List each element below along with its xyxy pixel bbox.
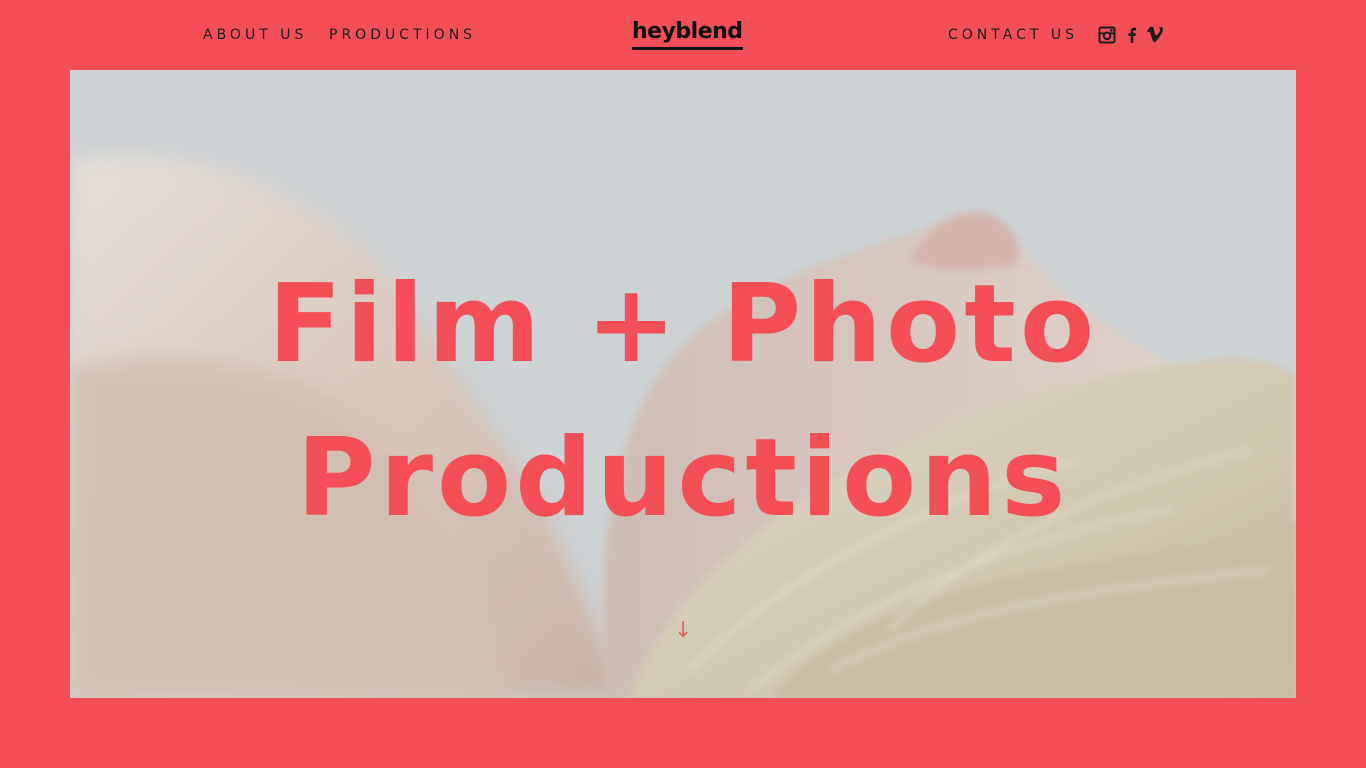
instagram-icon[interactable] [1098, 26, 1116, 44]
hero-headline-line-1: Film + Photo [267, 262, 1099, 387]
nav-productions-link[interactable]: PRODUCTIONS [329, 27, 476, 43]
heyblend-logo[interactable]: heyblend [632, 19, 743, 50]
facebook-icon[interactable] [1123, 26, 1141, 44]
vimeo-icon[interactable] [1146, 26, 1164, 44]
nav-about-us-link[interactable]: ABOUT US [203, 27, 307, 43]
hero-headline-line-2: Productions [296, 416, 1070, 541]
hero-headline: Film + Photo Productions [70, 248, 1296, 556]
site-header: ABOUT US PRODUCTIONS heyblend CONTACT US [0, 0, 1366, 70]
page: ABOUT US PRODUCTIONS heyblend CONTACT US [0, 0, 1366, 768]
scroll-down-arrow-icon[interactable]: ↓ [674, 618, 692, 644]
nav-contact-us-link[interactable]: CONTACT US [948, 27, 1078, 43]
hero-section: Film + Photo Productions ↓ [70, 70, 1296, 698]
